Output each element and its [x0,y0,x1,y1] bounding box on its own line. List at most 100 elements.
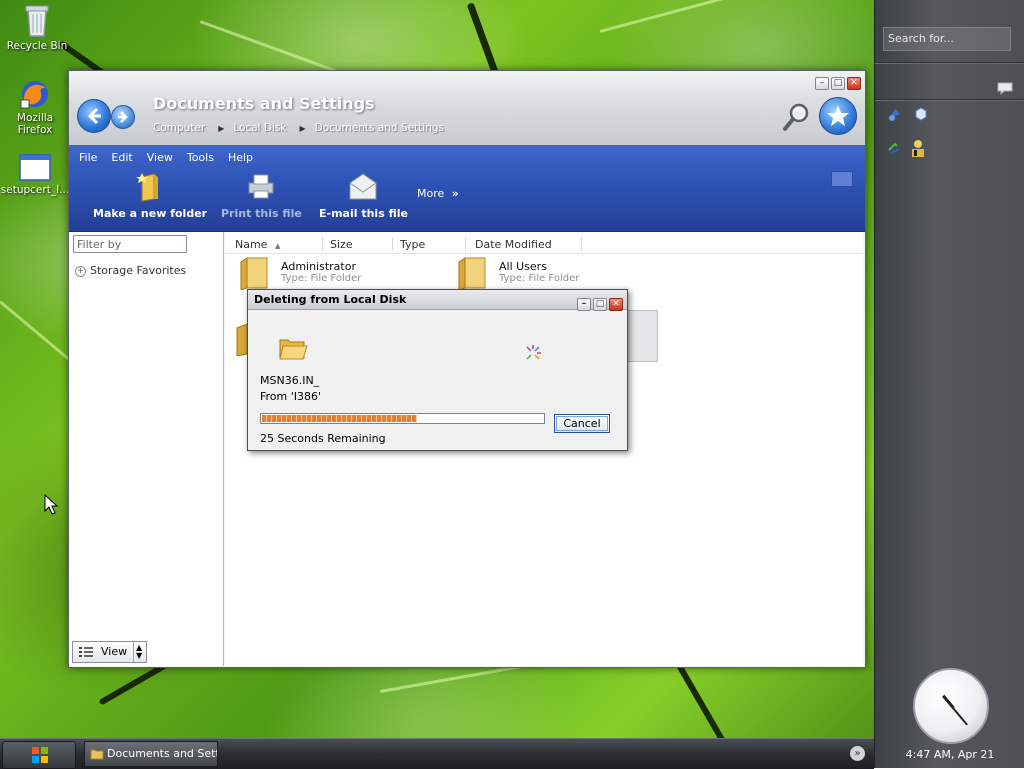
start-button[interactable] [2,741,76,769]
column-separator[interactable] [322,237,323,251]
item-type: Type: File Folder [499,273,580,284]
expand-plus-icon[interactable]: + [75,265,86,277]
desktop-icon-label: Mozilla Firefox [16,112,54,136]
network-icon[interactable] [887,106,903,122]
new-folder-icon [136,173,159,202]
printer-icon [248,174,274,199]
folder-icon [236,323,248,357]
magnifier-icon[interactable] [781,101,811,133]
star-icon [827,105,849,126]
progress-bar [260,413,545,424]
list-view-icon [79,647,93,657]
view-button[interactable]: View ▲ ▼ [72,641,147,663]
taskbar-item-explorer[interactable]: Documents and Sett... [84,741,218,767]
list-item[interactable]: All Users Type: File Folder [455,256,655,291]
menu-item-edit[interactable]: Edit [111,151,132,164]
user-icon[interactable] [909,138,927,158]
recycle-bin-icon [25,5,49,37]
firefox-icon [20,81,48,109]
folder-icon [458,257,486,291]
analog-clock[interactable] [913,668,989,744]
print-button[interactable]: Print this file [221,171,302,220]
delete-progress-dialog: Deleting from Local Disk – □ ✕ MSN36.IN_ F… [247,289,628,451]
list-item[interactable]: Administrator Type: File Folder [237,256,437,291]
desktop-icon-label: setupcert_I... [0,184,70,196]
column-separator[interactable] [581,237,582,251]
menu-item-tools[interactable]: Tools [187,151,214,164]
dialog-title: Deleting from Local Disk [254,293,407,306]
breadcrumb-item[interactable]: Computer [153,122,205,134]
breadcrumb: Computer ▶ Local Disk ▶ Documents and Settin… [153,122,444,134]
tray-chevron-icon[interactable]: » [850,746,865,761]
dialog-window-controls: – □ ✕ [575,293,623,313]
view-split-divider [133,642,134,662]
desktop-icon-recycle-bin[interactable]: Recycle Bin [2,2,72,52]
sidebar-search-input[interactable]: Search for... [883,27,1011,51]
sidebar-divider [875,62,1024,64]
window-controls: – □ ✕ [813,75,861,90]
taskbar: Documents and Sett... » [0,738,874,769]
speech-bubble-icon[interactable] [997,82,1013,95]
recycle-animation-icon [526,345,541,360]
minimize-button[interactable]: – [815,77,829,90]
panel-toggle-icon[interactable] [831,171,853,187]
desktop-icon-firefox[interactable]: Mozilla Firefox [0,78,70,136]
column-header-date-modified[interactable]: Date Modified [475,238,552,251]
cube-icon[interactable] [913,106,929,122]
command-bar: File Edit View Tools Help Make a new folder … [69,145,865,232]
new-folder-label: Make a new folder [93,207,208,220]
arrows-icon[interactable] [887,140,903,156]
cancel-button[interactable]: Cancel [554,414,610,433]
deleting-source-folder: From 'I386' [260,390,322,403]
column-headers: Name ▲ Size Type Date Modified [225,235,863,254]
up-down-arrows-icon[interactable]: ▲ ▼ [136,644,142,660]
email-button[interactable]: E-mail this file [319,171,408,220]
sort-ascending-icon: ▲ [274,242,281,250]
back-button[interactable] [77,99,111,133]
email-label: E-mail this file [319,207,408,220]
menu-item-view[interactable]: View [147,151,173,164]
arrow-right-icon [118,111,128,123]
desktop-icon-label: Recycle Bin [6,40,68,52]
forward-button[interactable] [111,105,135,129]
dialog-maximize-button[interactable]: □ [593,298,607,311]
arrow-left-icon [87,107,101,125]
wallpaper-vein [599,0,794,33]
column-header-type[interactable]: Type [400,238,425,251]
folder-icon [90,749,104,760]
clock-time-label: 4:47 AM, Apr 21 [905,748,995,761]
more-button[interactable]: More » [417,187,459,200]
breadcrumb-item[interactable]: Documents and Settings [315,122,444,134]
menu-item-help[interactable]: Help [228,151,253,164]
time-remaining: 25 Seconds Remaining [260,432,386,445]
desktop-icon-setupcert[interactable]: setupcert_I... [0,154,70,196]
column-header-size[interactable]: Size [330,238,353,251]
breadcrumb-item[interactable]: Local Disk [233,122,286,134]
menu-item-file[interactable]: File [79,151,97,164]
close-button[interactable]: ✕ [847,77,861,90]
dialog-close-button[interactable]: ✕ [609,298,623,311]
favorites-button[interactable] [819,97,857,135]
maximize-button[interactable]: □ [831,77,845,90]
item-name: All Users [499,260,547,273]
explorer-titlebar: – □ ✕ Documents and Settings Computer ▶ Loca… [69,71,865,145]
new-folder-button[interactable]: Make a new folder [93,171,207,220]
breadcrumb-separator-icon: ▶ [299,124,306,133]
clock-hour-hand [942,694,955,709]
navigation-pane: Filter by + Storage Favorites View ▲ ▼ [69,232,224,666]
background-dialog-fragment [626,310,658,362]
more-label: More [417,187,445,200]
window-title: Documents and Settings [153,94,375,113]
column-separator[interactable] [392,237,393,251]
dialog-minimize-button[interactable]: – [577,298,591,311]
deleting-file-name: MSN36.IN_ [260,374,320,387]
progress-bar-fill [262,415,417,422]
column-header-name[interactable]: Name ▲ [235,238,280,251]
sidebar: Search for... 4:47 AM, Apr 21 [874,0,1024,768]
filter-input[interactable]: Filter by [73,235,187,253]
envelope-icon [349,173,377,200]
dialog-titlebar: Deleting from Local Disk – □ ✕ [248,290,627,313]
storage-favorites[interactable]: + Storage Favorites [75,264,186,277]
column-separator[interactable] [465,237,466,251]
column-header-label: Name [235,238,268,251]
